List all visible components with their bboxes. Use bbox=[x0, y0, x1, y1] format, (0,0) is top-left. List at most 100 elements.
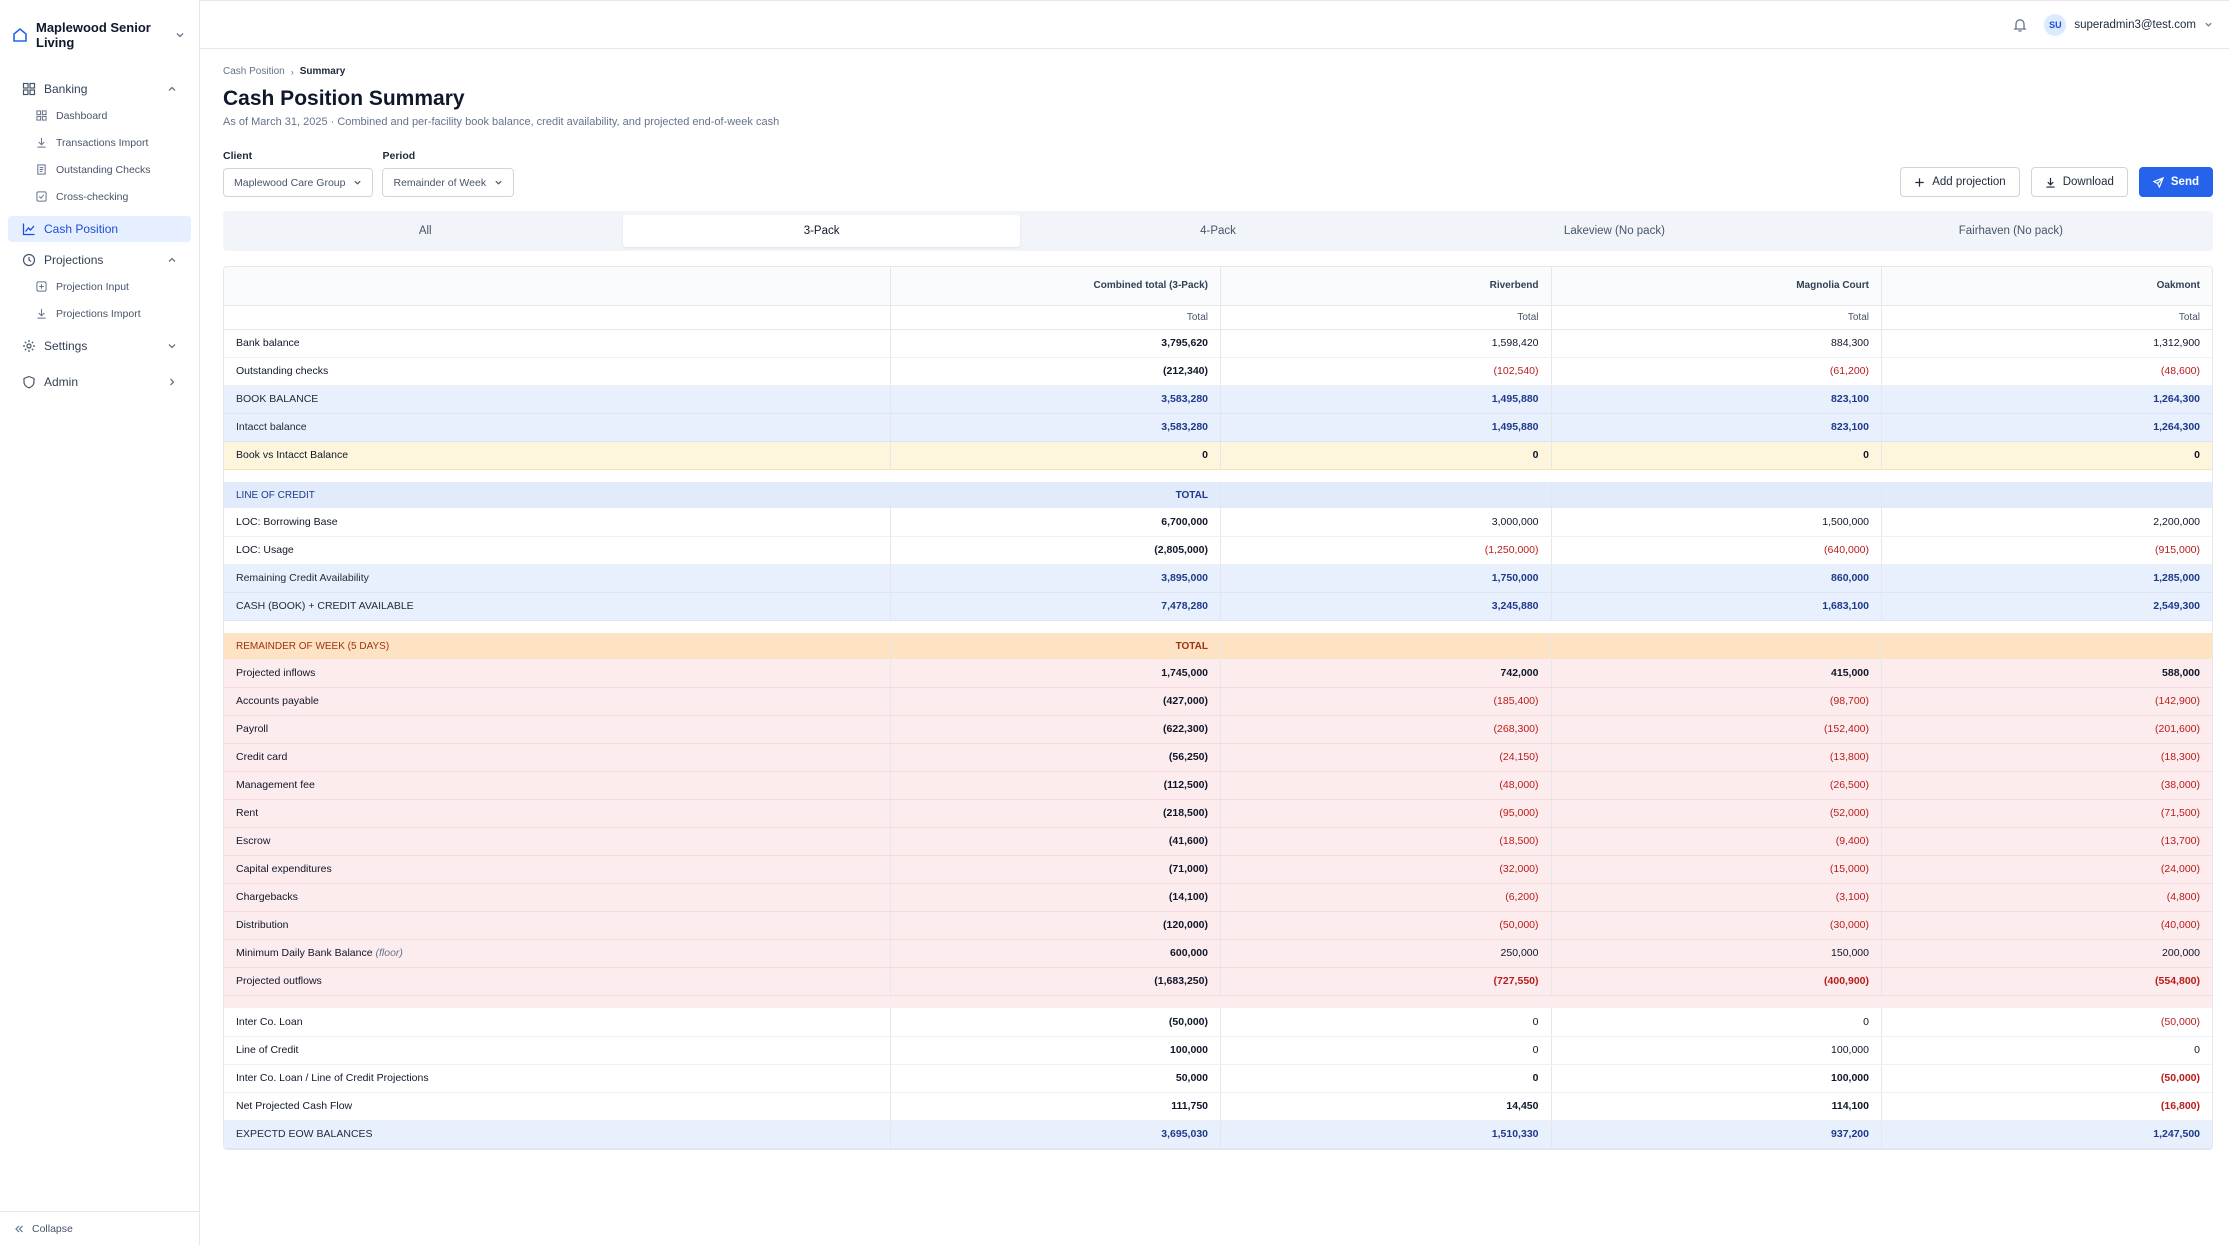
collapse-sidebar-button[interactable]: Collapse bbox=[0, 1211, 199, 1245]
tab-fairhaven[interactable]: Fairhaven (No pack) bbox=[1813, 215, 2209, 247]
row-label-text: BOOK BALANCE bbox=[236, 393, 319, 405]
table-row: Capital expenditures (71,000) (32,000) (15,… bbox=[224, 855, 2212, 884]
value-cell: 937,200 bbox=[1551, 1120, 1882, 1149]
value-cell: 7,478,280 bbox=[890, 592, 1221, 621]
row-label: Capital expenditures bbox=[224, 855, 891, 884]
value-cell: (50,000) bbox=[1881, 1008, 2212, 1037]
bell-icon[interactable] bbox=[2012, 17, 2028, 33]
value-cell: 823,100 bbox=[1551, 385, 1882, 414]
sidebar: Maplewood Senior Living Banking Dashboar… bbox=[0, 0, 200, 1245]
breadcrumb-parent[interactable]: Cash Position bbox=[223, 66, 285, 77]
user-menu[interactable]: SU superadmin3@test.com bbox=[2044, 13, 2213, 36]
table-row: Book vs Intacct Balance 0 0 0 0 bbox=[224, 441, 2212, 470]
value-cell: 1,495,880 bbox=[1220, 385, 1552, 414]
row-label-text: Intacct balance bbox=[236, 421, 307, 433]
table-row: Rent (218,500) (95,000) (52,000) (71,500) bbox=[224, 799, 2212, 828]
add-projection-button[interactable]: Add projection bbox=[1900, 167, 2020, 197]
value-cell: 1,495,880 bbox=[1220, 413, 1552, 442]
value-cell: (142,900) bbox=[1881, 687, 2212, 716]
value-cell: (152,400) bbox=[1551, 715, 1882, 744]
table-row: Inter Co. Loan (50,000) 0 0 (50,000) bbox=[224, 1008, 2212, 1037]
row-label-text: Outstanding checks bbox=[236, 365, 329, 377]
value-cell: (32,000) bbox=[1220, 855, 1552, 884]
value-cell: 0 bbox=[1881, 1036, 2212, 1065]
sidebar-nav: Banking Dashboard Transactions Import Ou… bbox=[0, 52, 199, 395]
send-button[interactable]: Send bbox=[2138, 167, 2213, 197]
header-oakmont: Oakmont bbox=[1881, 267, 2212, 306]
row-label: CASH (BOOK) + CREDIT AVAILABLE bbox=[224, 592, 891, 621]
org-name: Maplewood Senior Living bbox=[36, 20, 151, 50]
spacer-cell bbox=[890, 620, 1221, 633]
value-cell: 3,795,620 bbox=[890, 329, 1221, 358]
value-cell: 1,510,330 bbox=[1220, 1120, 1552, 1149]
row-label: EXPECTD EOW BALANCES bbox=[224, 1120, 891, 1149]
value-cell: 1,247,500 bbox=[1881, 1120, 2212, 1149]
row-label-text: Rent bbox=[236, 807, 259, 819]
row-label-text: EXPECTD EOW BALANCES bbox=[236, 1128, 373, 1140]
value-cell: (24,000) bbox=[1881, 855, 2212, 884]
sidebar-item-label: Projection Input bbox=[56, 280, 129, 293]
value-cell: (3,100) bbox=[1551, 883, 1882, 912]
sidebar-group-admin[interactable]: Admin bbox=[8, 369, 191, 395]
value-cell: (1,683,250) bbox=[890, 967, 1221, 996]
row-label-text: CASH (BOOK) + CREDIT AVAILABLE bbox=[236, 600, 414, 612]
value-cell: 3,895,000 bbox=[890, 564, 1221, 593]
value-cell: 50,000 bbox=[890, 1064, 1221, 1093]
table-row: Inter Co. Loan / Line of Credit Projecti… bbox=[224, 1064, 2212, 1093]
content: Cash Position › Summary Cash Position Su… bbox=[200, 49, 2229, 1150]
table-row: EXPECTD EOW BALANCES 3,695,030 1,510,330 93… bbox=[224, 1120, 2212, 1149]
tab-lakeview[interactable]: Lakeview (No pack) bbox=[1416, 215, 1812, 247]
line-chart-icon bbox=[22, 223, 35, 236]
row-label: Projected inflows bbox=[224, 659, 891, 688]
client-select[interactable]: Maplewood Care Group bbox=[223, 168, 374, 197]
sidebar-group-label: Projections bbox=[44, 253, 104, 267]
tab-all[interactable]: All bbox=[227, 215, 623, 247]
grid-icon bbox=[36, 110, 47, 121]
sidebar-group-banking[interactable]: Banking bbox=[8, 76, 191, 102]
chevron-down-icon bbox=[2205, 22, 2212, 27]
value-cell: (95,000) bbox=[1220, 799, 1552, 828]
sidebar-item-label: Cross-checking bbox=[56, 190, 129, 203]
sidebar-group-settings[interactable]: Settings bbox=[8, 333, 191, 359]
sidebar-group-projections[interactable]: Projections bbox=[8, 247, 191, 273]
row-note: (floor) bbox=[375, 947, 403, 959]
table-body: Bank balance 3,795,620 1,598,420 884,300 1,3… bbox=[224, 329, 2212, 1149]
org-switcher[interactable]: Maplewood Senior Living bbox=[0, 0, 199, 52]
subheader-total: Total bbox=[1881, 305, 2212, 330]
value-cell: (185,400) bbox=[1220, 687, 1552, 716]
chevron-down-icon bbox=[354, 180, 362, 185]
value-cell: (16,800) bbox=[1881, 1092, 2212, 1121]
table-row: CASH (BOOK) + CREDIT AVAILABLE 7,478,280 3… bbox=[224, 592, 2212, 621]
sidebar-item-cash-position[interactable]: Cash Position bbox=[8, 216, 191, 242]
chevron-up-icon bbox=[168, 257, 176, 262]
value-cell: 884,300 bbox=[1551, 329, 1882, 358]
row-label: Chargebacks bbox=[224, 883, 891, 912]
value-cell: (40,000) bbox=[1881, 911, 2212, 940]
table-subheader-row: Total Total Total Total bbox=[224, 305, 2212, 330]
tab-3-pack[interactable]: 3-Pack bbox=[623, 215, 1020, 247]
value-cell: (13,800) bbox=[1551, 743, 1882, 772]
sidebar-item-cross-checking[interactable]: Cross-checking bbox=[0, 183, 199, 210]
row-label: Distribution bbox=[224, 911, 891, 940]
row-label-text: Capital expenditures bbox=[236, 863, 332, 875]
row-label: Line of Credit bbox=[224, 1036, 891, 1065]
value-cell: (50,000) bbox=[1220, 911, 1552, 940]
sidebar-item-transactions-import[interactable]: Transactions Import bbox=[0, 129, 199, 156]
sidebar-item-label: Projections Import bbox=[56, 307, 141, 320]
download-button[interactable]: Download bbox=[2030, 167, 2128, 197]
download-icon bbox=[37, 137, 46, 148]
row-label-text: Remaining Credit Availability bbox=[236, 572, 369, 584]
sidebar-item-projection-input[interactable]: Projection Input bbox=[0, 273, 199, 300]
value-cell: 100,000 bbox=[1551, 1036, 1882, 1065]
value-cell: (400,900) bbox=[1551, 967, 1882, 996]
tab-4-pack[interactable]: 4-Pack bbox=[1020, 215, 1416, 247]
sidebar-item-outstanding-checks[interactable]: Outstanding Checks bbox=[0, 156, 199, 183]
header-riverbend: Riverbend bbox=[1220, 267, 1552, 306]
period-select[interactable]: Remainder of Week bbox=[382, 168, 515, 197]
sidebar-item-projections-import[interactable]: Projections Import bbox=[0, 300, 199, 327]
value-cell: 1,312,900 bbox=[1881, 329, 2212, 358]
spacer-cell bbox=[1551, 469, 1882, 482]
spacer-cell bbox=[1551, 995, 1882, 1008]
sidebar-item-dashboard[interactable]: Dashboard bbox=[0, 102, 199, 129]
row-label: Outstanding checks bbox=[224, 357, 891, 386]
